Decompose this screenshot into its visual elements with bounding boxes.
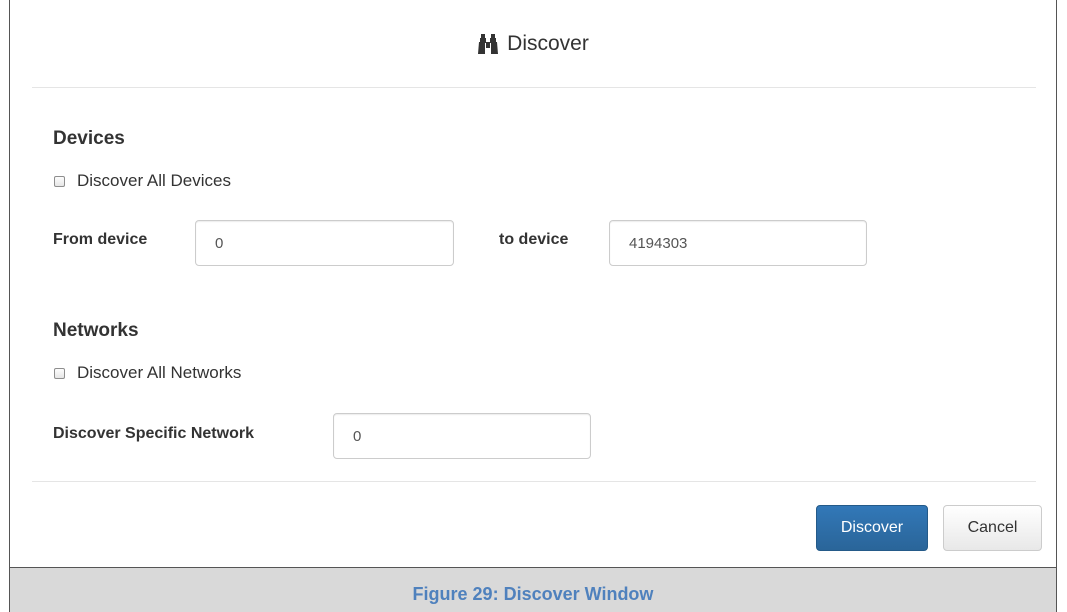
figure-caption-bar: Figure 29: Discover Window <box>10 567 1056 612</box>
discover-all-networks-option[interactable]: Discover All Networks <box>54 363 241 383</box>
cancel-button[interactable]: Cancel <box>943 505 1042 551</box>
binoculars-icon <box>477 33 499 55</box>
header-divider <box>32 87 1036 88</box>
to-device-label: to device <box>499 231 569 248</box>
networks-heading: Networks <box>53 320 139 341</box>
to-device-input[interactable] <box>609 220 867 266</box>
figure-caption: Figure 29: Discover Window <box>412 583 654 604</box>
devices-heading: Devices <box>53 128 125 149</box>
modal-header: Discover <box>10 0 1056 88</box>
footer-divider <box>32 481 1036 482</box>
specific-network-label: Discover Specific Network <box>53 425 254 442</box>
discover-all-devices-option[interactable]: Discover All Devices <box>54 171 231 191</box>
modal-title-text: Discover <box>507 32 589 55</box>
discover-all-networks-label: Discover All Networks <box>77 363 242 382</box>
discover-all-networks-checkbox[interactable] <box>54 367 65 379</box>
discover-button[interactable]: Discover <box>816 505 928 551</box>
discover-all-devices-checkbox[interactable] <box>54 175 65 187</box>
discover-window: Discover Devices Discover All Devices Fr… <box>9 0 1057 612</box>
specific-network-input[interactable] <box>333 413 591 459</box>
from-device-label: From device <box>53 231 148 248</box>
discover-all-devices-label: Discover All Devices <box>77 171 231 190</box>
modal-title: Discover <box>10 32 1056 56</box>
from-device-input[interactable] <box>195 220 454 266</box>
